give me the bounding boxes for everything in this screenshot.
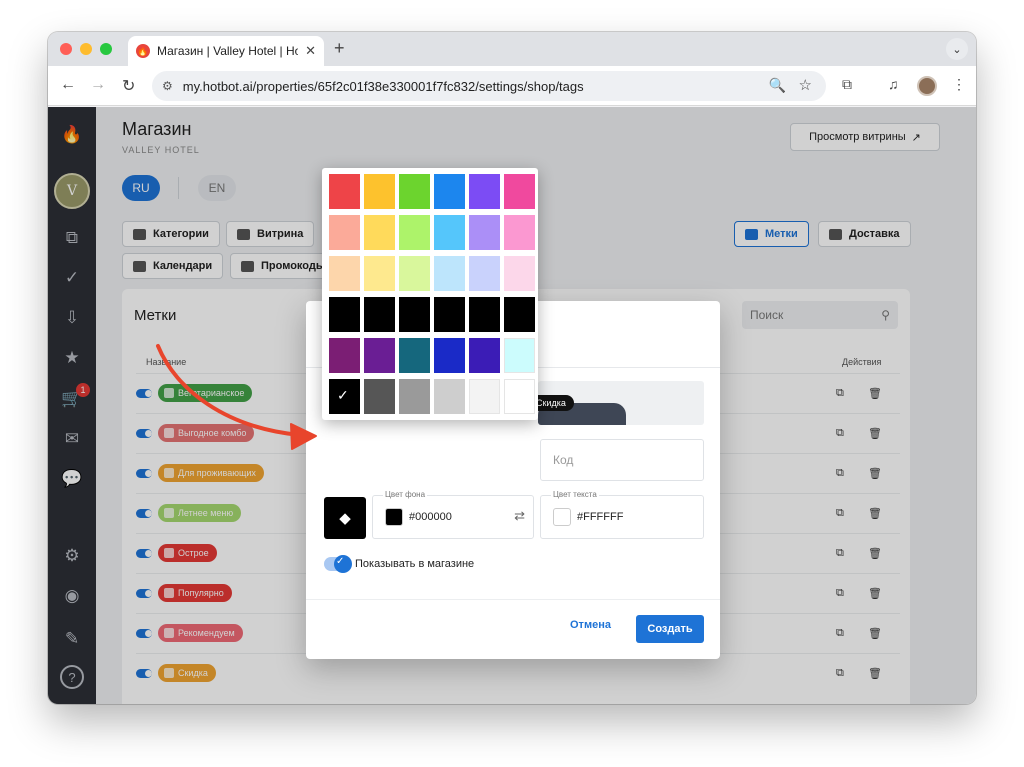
check-icon: ✓: [336, 556, 345, 567]
color-swatch[interactable]: [469, 379, 500, 414]
browser-menu-icon[interactable]: ⋮: [952, 76, 966, 93]
new-tab-icon[interactable]: +: [334, 38, 345, 59]
url-text[interactable]: my.hotbot.ai/properties/65f2c01f38e33000…: [183, 79, 584, 94]
color-swatch[interactable]: [399, 256, 430, 291]
color-swatch[interactable]: [469, 174, 500, 209]
text-color-value: #FFFFFF: [577, 511, 624, 523]
color-swatch[interactable]: [364, 297, 395, 332]
color-swatch[interactable]: [504, 379, 535, 414]
tab-search-icon[interactable]: ⌄: [946, 38, 968, 60]
media-control-icon[interactable]: ♫: [888, 76, 899, 92]
color-swatch[interactable]: [504, 174, 535, 209]
tag-preview: Скидка: [538, 381, 704, 425]
minimize-window-button[interactable]: [80, 43, 92, 55]
bookmark-star-icon[interactable]: ☆: [799, 76, 812, 94]
color-swatch[interactable]: [434, 379, 465, 414]
color-swatch[interactable]: [399, 297, 430, 332]
code-input[interactable]: Код: [540, 439, 704, 481]
color-swatch[interactable]: [399, 379, 430, 414]
color-swatch[interactable]: [469, 256, 500, 291]
profile-avatar[interactable]: [917, 76, 937, 96]
modal-footer-divider: [306, 599, 720, 600]
show-in-store-label: Показывать в магазине: [355, 558, 475, 570]
address-bar[interactable]: ⚙ my.hotbot.ai/properties/65f2c01f38e330…: [152, 71, 826, 101]
color-swatch[interactable]: [329, 297, 360, 332]
color-swatch[interactable]: [434, 215, 465, 250]
background-color-label: Цвет фона: [383, 490, 428, 499]
color-swatch[interactable]: [329, 338, 360, 373]
preview-tag-chip: Скидка: [538, 395, 574, 411]
color-swatch[interactable]: [329, 256, 360, 291]
create-button[interactable]: Создать: [636, 615, 704, 643]
color-swatch[interactable]: [434, 256, 465, 291]
cancel-button[interactable]: Отмена: [570, 619, 611, 631]
color-swatch[interactable]: [399, 174, 430, 209]
color-swatch[interactable]: [399, 215, 430, 250]
color-swatch[interactable]: [399, 338, 430, 373]
tag-icon-picker-button[interactable]: ◆: [324, 497, 366, 539]
back-icon[interactable]: ←: [60, 76, 76, 94]
text-color-label: Цвет текста: [551, 490, 599, 499]
color-swatch[interactable]: [364, 256, 395, 291]
tag-shape-icon: ◆: [339, 510, 351, 527]
color-swatch[interactable]: [434, 174, 465, 209]
tab-close-icon[interactable]: ✕: [305, 43, 316, 59]
reload-icon[interactable]: ↻: [122, 76, 135, 96]
color-swatch[interactable]: [504, 338, 535, 373]
color-swatch[interactable]: [364, 174, 395, 209]
color-swatch[interactable]: [504, 297, 535, 332]
color-swatch[interactable]: [504, 256, 535, 291]
extensions-icon[interactable]: ⧉: [842, 76, 852, 93]
selected-check-icon: ✓: [337, 387, 349, 403]
background-color-field[interactable]: Цвет фона #000000 ⇄: [372, 490, 534, 539]
color-swatch[interactable]: [469, 297, 500, 332]
maximize-window-button[interactable]: [100, 43, 112, 55]
color-swatch[interactable]: [469, 215, 500, 250]
close-window-button[interactable]: [60, 43, 72, 55]
color-swatch[interactable]: ✓: [329, 379, 360, 414]
color-swatch[interactable]: [364, 379, 395, 414]
text-color-field[interactable]: Цвет текста #FFFFFF: [540, 490, 704, 539]
browser-tab[interactable]: 🔥 Магазин | Valley Hotel | Hotbot ✕: [128, 36, 324, 66]
color-swatch[interactable]: [504, 215, 535, 250]
color-swatch[interactable]: [329, 174, 360, 209]
color-swatch[interactable]: [434, 297, 465, 332]
title-bar: 🔥 Магазин | Valley Hotel | Hotbot ✕ + ⌄: [48, 32, 976, 66]
color-swatch[interactable]: [329, 215, 360, 250]
zoom-icon[interactable]: 🔍: [769, 77, 786, 94]
tab-title: Магазин | Valley Hotel | Hotbot: [157, 44, 299, 58]
background-color-swatch[interactable]: [385, 508, 403, 526]
swap-colors-icon[interactable]: ⇄: [514, 508, 525, 524]
background-color-value: #000000: [409, 511, 452, 523]
site-settings-icon[interactable]: ⚙: [162, 79, 173, 93]
text-color-swatch[interactable]: [553, 508, 571, 526]
browser-toolbar: ← → ↻ ⚙ my.hotbot.ai/properties/65f2c01f…: [48, 66, 976, 106]
color-swatch[interactable]: [364, 215, 395, 250]
color-swatch[interactable]: [364, 338, 395, 373]
forward-icon[interactable]: →: [90, 76, 106, 94]
color-picker-popup: ✓: [322, 168, 538, 420]
color-swatch[interactable]: [434, 338, 465, 373]
color-swatch[interactable]: [469, 338, 500, 373]
hotbot-favicon-icon: 🔥: [136, 44, 150, 58]
